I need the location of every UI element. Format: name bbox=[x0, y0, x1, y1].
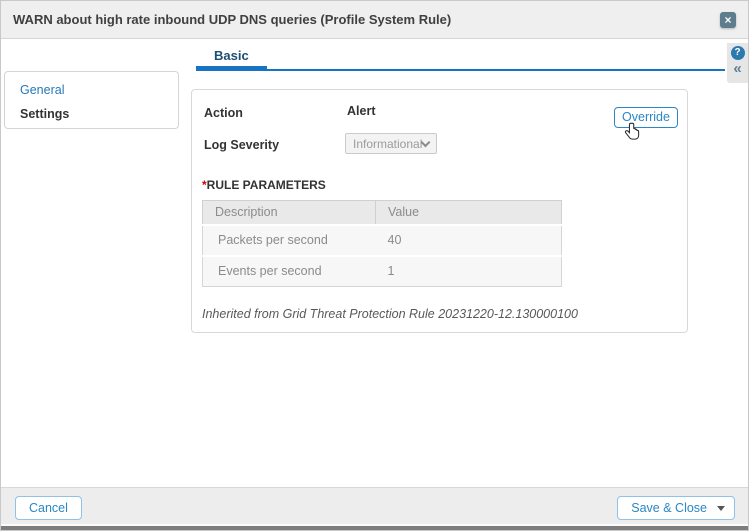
save-close-dropdown-arrow[interactable] bbox=[717, 505, 725, 511]
window-bottom-edge bbox=[1, 524, 748, 530]
dialog-titlebar: WARN about high rate inbound UDP DNS que… bbox=[1, 1, 748, 39]
save-close-button[interactable]: Save & Close bbox=[617, 496, 735, 520]
log-severity-select[interactable]: Informational bbox=[345, 133, 437, 154]
close-icon[interactable]: × bbox=[720, 11, 736, 28]
rule-parameters-header: *RULE PARAMETERS bbox=[202, 178, 326, 192]
log-severity-label: Log Severity bbox=[204, 138, 280, 152]
help-icon[interactable]: ? bbox=[730, 46, 745, 60]
sidebar-item-general[interactable]: General bbox=[20, 83, 178, 97]
settings-panel: Action Alert Override Log Severity Infor… bbox=[191, 89, 688, 333]
help-strip: ? « bbox=[727, 43, 748, 83]
param-description: Events per second bbox=[202, 254, 376, 287]
collapse-panel-icon[interactable]: « bbox=[733, 61, 741, 77]
rule-parameters-table: Description Value Packets per second 40 … bbox=[202, 200, 562, 287]
cancel-button[interactable]: Cancel bbox=[15, 496, 82, 520]
table-row: Events per second 1 bbox=[202, 254, 562, 287]
dialog-sidebar: General Settings bbox=[4, 71, 179, 129]
hand-cursor-icon bbox=[624, 122, 640, 140]
column-header-description: Description bbox=[202, 200, 376, 225]
dialog-title: WARN about high rate inbound UDP DNS que… bbox=[13, 12, 452, 27]
action-label: Action bbox=[204, 106, 243, 120]
tab-bar: Basic bbox=[196, 39, 725, 71]
param-value: 1 bbox=[375, 254, 562, 287]
rule-dialog: WARN about high rate inbound UDP DNS que… bbox=[0, 0, 749, 531]
param-description: Packets per second bbox=[202, 223, 376, 256]
save-close-label: Save & Close bbox=[631, 501, 707, 515]
column-header-value: Value bbox=[375, 200, 562, 225]
action-value: Alert bbox=[347, 104, 376, 118]
param-value: 40 bbox=[375, 223, 562, 256]
log-severity-value: Informational bbox=[353, 136, 423, 151]
table-header-row: Description Value bbox=[202, 200, 562, 225]
tab-basic[interactable]: Basic bbox=[196, 39, 267, 71]
inherited-note: Inherited from Grid Threat Protection Ru… bbox=[202, 307, 578, 321]
table-row: Packets per second 40 bbox=[202, 223, 562, 256]
dialog-footer: Cancel Save & Close bbox=[1, 487, 748, 525]
sidebar-item-settings[interactable]: Settings bbox=[20, 107, 178, 121]
